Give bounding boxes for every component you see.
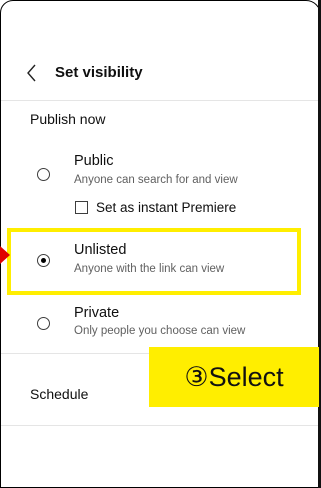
highlight-box [7, 228, 301, 295]
radio-public[interactable] [37, 168, 50, 181]
annotation-text: ③Select [184, 361, 284, 392]
chevron-left-icon[interactable] [23, 59, 41, 87]
radio-private[interactable] [37, 317, 50, 330]
option-private-sublabel: Only people you choose can view [74, 325, 246, 337]
instant-premiere-checkbox[interactable] [75, 201, 88, 214]
annotation-badge: ③Select [149, 347, 319, 407]
divider [1, 425, 320, 426]
option-private-label[interactable]: Private [74, 305, 119, 321]
schedule-label[interactable]: Schedule [30, 386, 88, 402]
publish-now-label: Publish now [30, 111, 106, 127]
header: Set visibility [1, 56, 320, 92]
option-public-label[interactable]: Public [74, 153, 114, 169]
divider [1, 100, 320, 101]
annotation-arrow [0, 246, 10, 264]
page-title: Set visibility [55, 64, 143, 81]
option-public-sublabel: Anyone can search for and view [74, 174, 238, 186]
instant-premiere-label[interactable]: Set as instant Premiere [96, 200, 236, 215]
